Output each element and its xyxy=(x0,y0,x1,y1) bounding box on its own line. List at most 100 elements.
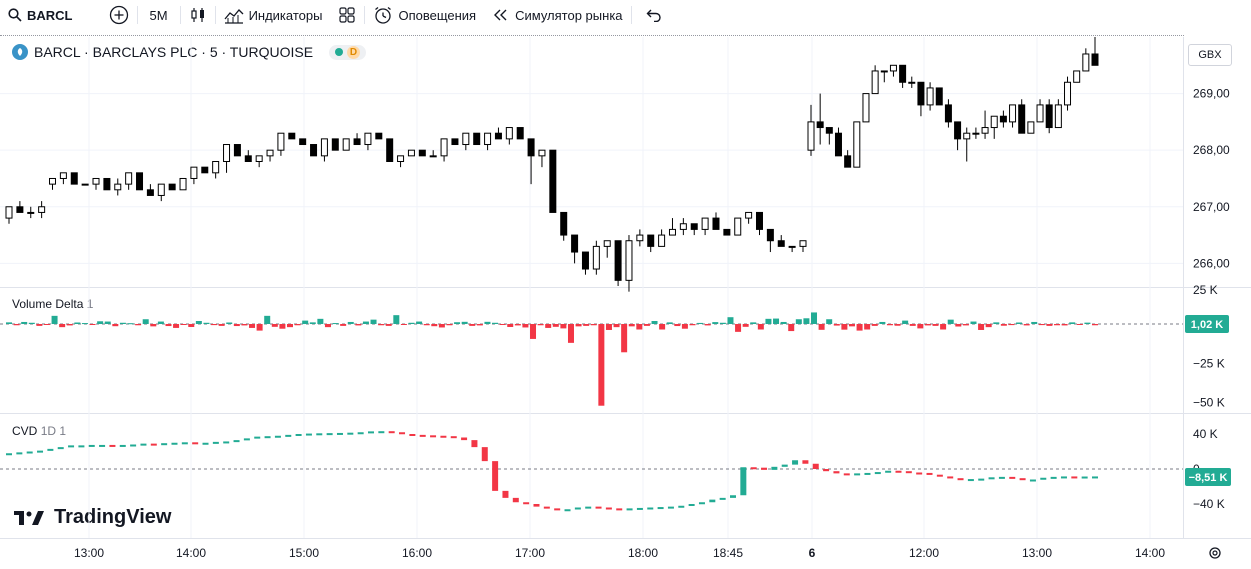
volume-delta-bar xyxy=(636,324,643,330)
candle-body xyxy=(581,251,589,270)
volume-delta-bar xyxy=(499,324,506,325)
cvd-param: 1D 1 xyxy=(40,424,67,438)
cvd-bar xyxy=(585,506,592,509)
cvd-bar xyxy=(833,471,840,474)
volume-delta-bar xyxy=(355,324,362,326)
cvd-bar xyxy=(130,444,137,447)
cvd-bar xyxy=(450,436,457,439)
volume-delta-bar xyxy=(628,324,635,327)
volume-delta-bar xyxy=(211,324,218,326)
cvd-bar xyxy=(667,506,674,509)
candle-body xyxy=(310,144,318,157)
volume-delta-bar xyxy=(530,324,537,339)
volume-delta-bar xyxy=(765,318,772,324)
volume-delta-bar xyxy=(1061,324,1068,326)
volume-delta-bar xyxy=(993,322,1000,324)
volume-delta-bar xyxy=(955,324,962,327)
candle-body xyxy=(103,177,111,191)
candle-body xyxy=(745,211,753,219)
brand-name: TradingView xyxy=(54,506,172,528)
undo-button[interactable] xyxy=(632,0,676,30)
volume-delta-bar xyxy=(249,324,256,328)
candle-body xyxy=(862,93,870,123)
candle-body xyxy=(658,234,666,247)
candle-body xyxy=(723,228,731,236)
candle-body xyxy=(49,177,57,185)
volume-delta-bar xyxy=(66,324,73,326)
volume-delta-bar xyxy=(750,322,757,324)
volume-delta-bar xyxy=(1084,322,1091,324)
volume-delta-bar xyxy=(59,324,66,328)
grid-icon xyxy=(338,6,356,24)
alerts-button[interactable]: Оповещения xyxy=(365,0,484,30)
candle-body xyxy=(807,121,815,151)
volume-delta-bar xyxy=(514,324,521,326)
candle-body xyxy=(963,132,971,140)
candle-body xyxy=(386,138,394,162)
cvd-bar xyxy=(430,435,437,438)
tradingview-logo-icon xyxy=(14,509,46,527)
candle-body xyxy=(168,183,176,191)
volume-delta-bar xyxy=(1076,324,1083,325)
volume-delta-bar xyxy=(241,324,248,326)
volume-delta-bar xyxy=(203,322,210,324)
candle-body xyxy=(505,127,513,140)
cvd-legend[interactable]: CVD 1D 1 xyxy=(12,424,66,438)
cvd-bar xyxy=(554,508,561,511)
volume-delta-bar xyxy=(567,324,574,343)
cvd-bar xyxy=(419,434,426,437)
candle-body xyxy=(766,228,774,242)
search-icon xyxy=(8,8,22,22)
volume-delta-bar xyxy=(735,324,742,332)
candle-body xyxy=(397,155,405,163)
cvd-bar xyxy=(574,507,581,510)
currency-selector[interactable]: GBX xyxy=(1188,44,1232,66)
candle-body xyxy=(288,132,296,140)
symbol-search-button[interactable]: BARCL xyxy=(0,0,81,30)
candle-body xyxy=(157,183,165,196)
candle-body xyxy=(353,138,361,146)
candle-body xyxy=(560,211,568,236)
volume-delta-bar xyxy=(1069,322,1076,324)
volume-delta-bar xyxy=(780,321,787,324)
candle-body xyxy=(712,217,720,230)
tradingview-watermark[interactable]: TradingView xyxy=(14,506,171,529)
candle-body xyxy=(981,127,989,134)
delayed-data-badge: D xyxy=(347,45,361,59)
volume-delta-bar xyxy=(932,324,939,326)
candle-body xyxy=(70,172,78,185)
market-status-badge[interactable]: D xyxy=(329,44,367,60)
candle-body xyxy=(636,234,644,242)
volume-delta-bar xyxy=(826,319,833,324)
chart-type-button[interactable] xyxy=(181,0,215,30)
cvd-bars xyxy=(6,431,1098,512)
cvd-bar xyxy=(264,436,271,439)
volume-delta-bar xyxy=(697,322,704,324)
volume-delta-bar xyxy=(537,324,544,326)
replay-button[interactable]: Симулятор рынка xyxy=(484,0,630,30)
candle-body xyxy=(277,132,285,151)
cvd-bar xyxy=(730,495,736,498)
cvd-bar xyxy=(802,460,809,464)
compare-add-button[interactable] xyxy=(81,0,137,30)
cvd-bar xyxy=(440,435,447,438)
layout-templates-button[interactable] xyxy=(330,0,364,30)
volume-delta-bar xyxy=(894,324,901,326)
volume-delta-bar xyxy=(947,319,954,324)
symbol-title[interactable]: BARCL · BARCLAYS PLC · 5 · TURQUOISE xyxy=(34,44,313,60)
volume-delta-bar xyxy=(476,324,483,326)
volume-delta-legend[interactable]: Volume Delta 1 xyxy=(12,297,93,311)
volume-delta-bar xyxy=(773,318,780,324)
cvd-bar xyxy=(78,445,85,448)
volume-delta-param: 1 xyxy=(86,297,94,311)
interval-button[interactable]: 5M xyxy=(138,0,180,30)
volume-delta-bar xyxy=(803,318,810,324)
cvd-bar xyxy=(916,472,923,475)
chart-canvas[interactable]: 13:00 14:00 15:00 16:00 17:00 18:00 18:45 6 12:0… xyxy=(0,0,1251,569)
top-toolbar: BARCL 5M Индикаторы Оповещения Симулятор… xyxy=(0,0,1251,30)
volume-delta-bar xyxy=(226,322,233,324)
candle-body xyxy=(331,138,339,151)
volume-delta-bar xyxy=(135,324,142,326)
indicators-button[interactable]: Индикаторы xyxy=(216,0,331,30)
candle-body xyxy=(179,177,187,191)
